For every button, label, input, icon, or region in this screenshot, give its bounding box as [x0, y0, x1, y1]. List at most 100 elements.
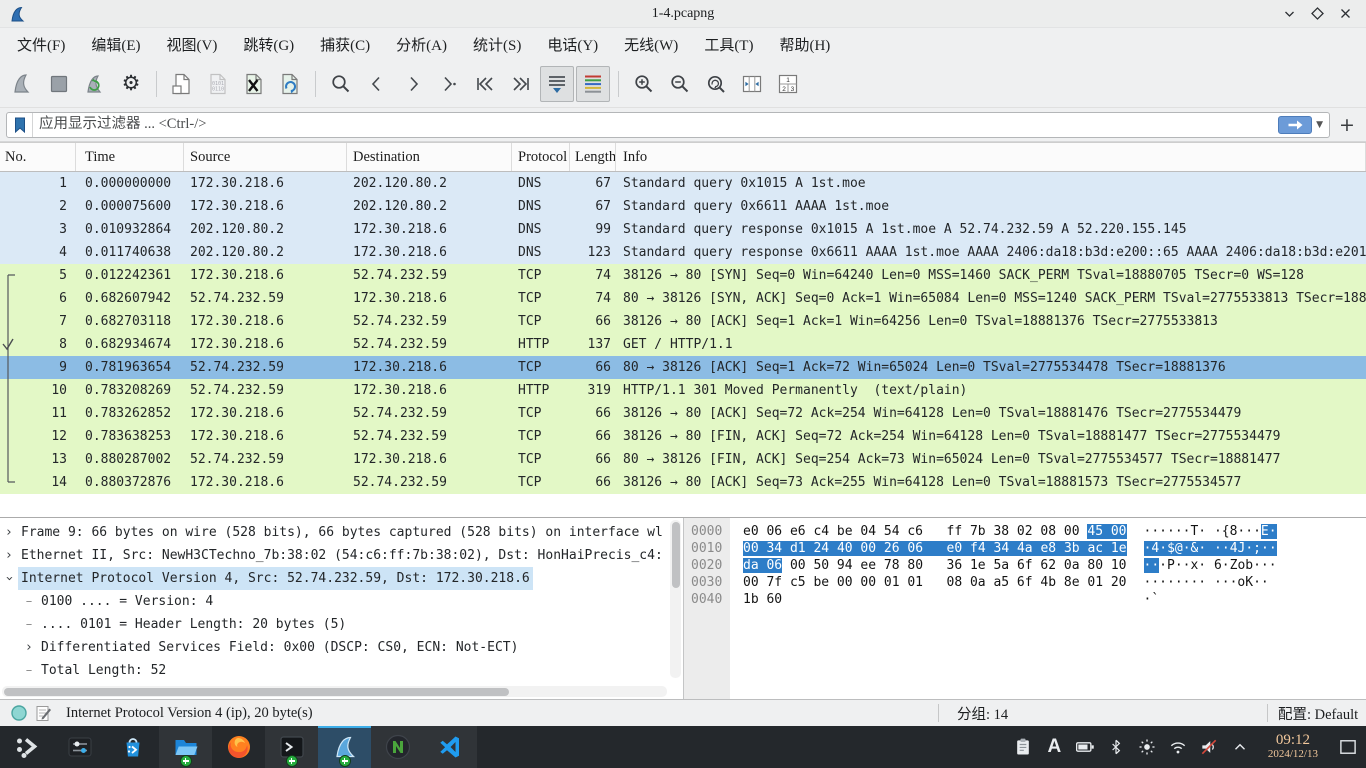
packet-row-14[interactable]: 140.880372876172.30.218.652.74.232.59TCP…: [0, 471, 1366, 494]
show-desktop-icon[interactable]: [1338, 726, 1358, 768]
vscode-icon[interactable]: [424, 726, 477, 768]
col-protocol[interactable]: Protocol: [512, 143, 570, 171]
zoom-out-icon[interactable]: [663, 66, 697, 102]
input-method-icon[interactable]: A: [1041, 726, 1068, 768]
menu-statistics[interactable]: 统计(S): [460, 30, 534, 59]
hex-ascii[interactable]: ·4·$@·&· ··4J·;··: [1144, 541, 1277, 556]
start-capture-icon[interactable]: [6, 66, 40, 102]
detail-line[interactable]: ›Internet Protocol Version 4, Src: 52.74…: [0, 567, 683, 590]
filter-bookmark-icon[interactable]: [7, 113, 33, 137]
add-filter-button[interactable]: +: [1336, 114, 1358, 136]
menu-view[interactable]: 视图(V): [154, 30, 231, 59]
clipboard-icon[interactable]: [1010, 726, 1037, 768]
hex-ascii[interactable]: ········ ···oK··: [1144, 575, 1277, 590]
detail-line[interactable]: –0100 .... = Version: 4: [0, 590, 683, 613]
expander-icon[interactable]: ›: [0, 521, 18, 544]
expander-icon[interactable]: ›: [20, 636, 38, 659]
file-manager-icon[interactable]: [159, 726, 212, 768]
terminal-icon[interactable]: [265, 726, 318, 768]
open-file-icon[interactable]: [165, 66, 199, 102]
hex-ascii[interactable]: ···P··x· 6·Zob···: [1144, 558, 1277, 573]
bluetooth-icon[interactable]: [1103, 726, 1130, 768]
battery-icon[interactable]: [1072, 726, 1099, 768]
packet-row-12[interactable]: 120.783638253172.30.218.652.74.232.59TCP…: [0, 425, 1366, 448]
go-back-icon[interactable]: [360, 66, 394, 102]
detail-line[interactable]: ›Frame 9: 66 bytes on wire (528 bits), 6…: [0, 521, 683, 544]
neovim-icon[interactable]: [371, 726, 424, 768]
hex-row-0000[interactable]: 0000e0 06 e6 c4 be 04 54 c6 ff 7b 38 02 …: [684, 523, 1366, 540]
layout-pages-icon[interactable]: 123: [771, 66, 805, 102]
capture-options-icon[interactable]: ⚙: [114, 66, 148, 102]
hex-row-0020[interactable]: 0020da 06 00 50 94 ee 78 80 36 1e 5a 6f …: [684, 557, 1366, 574]
find-packet-icon[interactable]: [324, 66, 358, 102]
hex-row-0010[interactable]: 001000 34 d1 24 40 00 26 06 e0 f4 34 4a …: [684, 540, 1366, 557]
packet-row-6[interactable]: 60.68260794252.74.232.59172.30.218.6TCP7…: [0, 287, 1366, 310]
minimize-icon[interactable]: [1280, 5, 1298, 23]
zoom-in-icon[interactable]: [627, 66, 661, 102]
menu-telephony[interactable]: 电话(Y): [534, 30, 611, 59]
wireshark-task-icon[interactable]: [318, 726, 371, 768]
menu-analyze[interactable]: 分析(A): [383, 30, 460, 59]
app-launcher-icon[interactable]: [0, 726, 53, 768]
col-source[interactable]: Source: [184, 143, 347, 171]
stop-capture-icon[interactable]: [42, 66, 76, 102]
expert-info-icon[interactable]: [10, 704, 28, 722]
packet-row-3[interactable]: 30.010932864202.120.80.2172.30.218.6DNS9…: [0, 218, 1366, 241]
auto-scroll-icon[interactable]: [540, 66, 574, 102]
go-first-icon[interactable]: [468, 66, 502, 102]
display-filter-input[interactable]: [33, 113, 1278, 137]
resize-columns-icon[interactable]: [735, 66, 769, 102]
packet-row-8[interactable]: 80.682934674172.30.218.652.74.232.59HTTP…: [0, 333, 1366, 356]
hex-bytes[interactable]: 00 34 d1 24 40 00 26 06 e0 f4 34 4a e8 3…: [743, 540, 1127, 557]
col-length[interactable]: Length: [570, 143, 616, 171]
col-info[interactable]: Info: [616, 143, 1366, 171]
col-destination[interactable]: Destination: [347, 143, 512, 171]
menu-tools[interactable]: 工具(T): [691, 30, 766, 59]
expander-icon[interactable]: ›: [0, 544, 18, 567]
menu-capture[interactable]: 捕获(C): [307, 30, 383, 59]
detail-vertical-scrollbar[interactable]: [670, 520, 681, 678]
status-profile[interactable]: 配置: Default: [1268, 703, 1366, 724]
go-forward-icon[interactable]: [396, 66, 430, 102]
hex-row-0030[interactable]: 003000 7f c5 be 00 00 01 01 08 0a a5 6f …: [684, 574, 1366, 591]
expander-icon[interactable]: ›: [0, 570, 21, 588]
wifi-icon[interactable]: [1165, 726, 1192, 768]
hex-bytes[interactable]: 00 7f c5 be 00 00 01 01 08 0a a5 6f 4b 8…: [743, 574, 1127, 591]
hex-ascii[interactable]: ······T· ·{8···E·: [1144, 524, 1277, 539]
packet-row-2[interactable]: 20.000075600172.30.218.6202.120.80.2DNS6…: [0, 195, 1366, 218]
firefox-icon[interactable]: [212, 726, 265, 768]
detail-horizontal-scrollbar[interactable]: [2, 686, 667, 697]
colorize-icon[interactable]: [576, 66, 610, 102]
save-file-icon[interactable]: 01010110: [201, 66, 235, 102]
discover-store-icon[interactable]: [106, 726, 159, 768]
hex-bytes[interactable]: da 06 00 50 94 ee 78 80 36 1e 5a 6f 62 0…: [743, 557, 1127, 574]
menu-file[interactable]: 文件(F): [4, 30, 78, 59]
detail-line[interactable]: –.... 0101 = Header Length: 20 bytes (5): [0, 613, 683, 636]
col-no[interactable]: No.: [0, 143, 76, 171]
system-settings-icon[interactable]: [53, 726, 106, 768]
packet-row-10[interactable]: 100.78320826952.74.232.59172.30.218.6HTT…: [0, 379, 1366, 402]
detail-line[interactable]: ›Ethernet II, Src: NewH3CTechno_7b:38:02…: [0, 544, 683, 567]
volume-muted-icon[interactable]: [1196, 726, 1223, 768]
restart-capture-icon[interactable]: [78, 66, 112, 102]
hex-bytes[interactable]: 1b 60: [743, 591, 1127, 608]
packet-row-7[interactable]: 70.682703118172.30.218.652.74.232.59TCP6…: [0, 310, 1366, 333]
packet-row-13[interactable]: 130.88028700252.74.232.59172.30.218.6TCP…: [0, 448, 1366, 471]
tray-expand-icon[interactable]: [1227, 726, 1254, 768]
go-to-packet-icon[interactable]: [432, 66, 466, 102]
hex-ascii[interactable]: ·`: [1144, 592, 1167, 607]
menu-go[interactable]: 跳转(G): [230, 30, 307, 59]
packet-row-5[interactable]: 50.012242361172.30.218.652.74.232.59TCP7…: [0, 264, 1366, 287]
filter-dropdown-caret-icon[interactable]: ▼: [1314, 120, 1329, 130]
packet-row-4[interactable]: 40.011740638202.120.80.2172.30.218.6DNS1…: [0, 241, 1366, 264]
close-icon[interactable]: [1336, 5, 1354, 23]
capture-comment-icon[interactable]: [34, 704, 52, 722]
brightness-icon[interactable]: [1134, 726, 1161, 768]
zoom-reset-icon[interactable]: [699, 66, 733, 102]
maximize-icon[interactable]: [1308, 5, 1326, 23]
packet-row-9[interactable]: 90.78196365452.74.232.59172.30.218.6TCP6…: [0, 356, 1366, 379]
menu-help[interactable]: 帮助(H): [766, 30, 843, 59]
reload-file-icon[interactable]: [273, 66, 307, 102]
packet-row-1[interactable]: 10.000000000172.30.218.6202.120.80.2DNS6…: [0, 172, 1366, 195]
menu-edit[interactable]: 编辑(E): [78, 30, 153, 59]
